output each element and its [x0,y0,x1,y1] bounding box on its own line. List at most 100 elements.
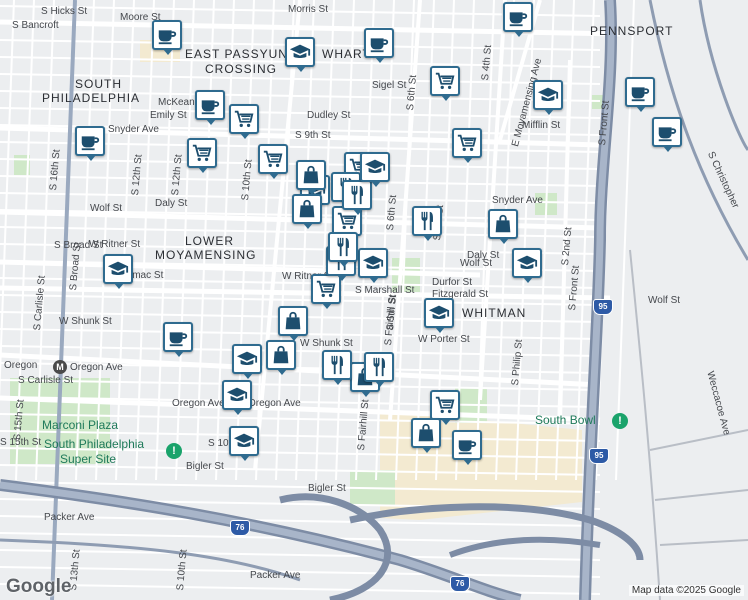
shopping-bag-icon [282,310,304,332]
restaurant-icon [332,236,354,258]
map-marker-15[interactable] [222,380,252,415]
map-marker-10[interactable] [103,254,133,289]
poi-label-oregon-station: Oregon [4,360,38,371]
map-marker-7[interactable] [452,430,482,465]
map-marker-40[interactable] [195,90,225,125]
street-label-oregon-west: Oregon Ave [248,398,301,409]
street-label-oregon-mid: Oregon Ave [172,398,225,409]
map-marker-4[interactable] [652,117,682,152]
street-label-6: Snyder Ave [108,124,159,135]
map-marker-22[interactable] [258,144,288,179]
restaurant-icon [368,356,390,378]
street-label-8: Daly St [155,198,188,209]
shopping-bag-icon [296,198,318,220]
coffee-icon [656,121,678,143]
street-label-36: S Marshall St [355,285,415,296]
map-marker-41[interactable] [360,152,390,187]
area-label-lower: LOWER [185,234,235,248]
map-marker-33[interactable] [296,160,326,195]
map-marker-11[interactable] [358,248,388,283]
street-label-15: Mifflin St [522,120,561,131]
map-marker-29[interactable] [278,306,308,341]
shopping-cart-icon [315,278,337,300]
area-label-pennsport: PENNSPORT [590,24,674,38]
map-marker-13[interactable] [424,298,454,333]
map-attribution[interactable]: Map data ©2025 Google [628,585,744,596]
area-label-philadelphia: PHILADELPHIA [42,91,141,105]
map-marker-9[interactable] [533,80,563,115]
map-marker-6[interactable] [163,322,193,357]
area-label-whitman: WHITMAN [462,306,527,320]
coffee-icon [368,32,390,54]
map-marker-37[interactable] [322,350,352,385]
i95-shield-south: 95 [589,448,609,464]
shopping-cart-icon [191,142,213,164]
map-marker-12[interactable] [512,248,542,283]
coffee-icon [156,24,178,46]
street-label-daly-east: Daly St [467,250,500,261]
street-label-shunk-east: W Shunk St [300,338,353,349]
restaurant-icon [326,354,348,376]
shopping-cart-icon [434,394,456,416]
map-marker-26[interactable] [430,390,460,425]
street-label-0: Morris St [288,4,328,15]
metro-station-icon[interactable]: M [53,360,67,374]
area-label-moyamensing: MOYAMENSING [155,248,257,262]
map-marker-21[interactable] [187,138,217,173]
street-label-29: S 9th St [295,130,331,141]
poi-label-super-site: Super Site [60,452,117,466]
area-label-east-passyunk: EAST PASSYUNK [185,47,297,61]
street-label-11: Oregon Ave [70,362,123,373]
street-label-snyder-east: Snyder Ave [492,195,543,206]
shopping-bag-icon [415,422,437,444]
poi-label-south-bowl: South Bowl [535,413,596,427]
map-marker-35[interactable] [412,206,442,241]
map-marker-14[interactable] [232,344,262,379]
restaurant-icon [346,184,368,206]
shopping-bag-icon [492,213,514,235]
street-label-7: Wolf St [90,203,123,214]
i76-shield-east: 76 [450,576,470,592]
map-marker-20[interactable] [452,128,482,163]
map-marker-1[interactable] [152,20,182,55]
map-marker-2[interactable] [364,28,394,63]
shopping-cart-icon [262,148,284,170]
poi-label-south-philadelphia: South Philadelphia [44,437,145,451]
map-marker-0[interactable] [503,2,533,37]
street-label-12: W Porter St [418,334,470,345]
coffee-icon [629,81,651,103]
street-label-4: Emily St [150,110,187,121]
coffee-icon [199,94,221,116]
area-label-south: SOUTH [75,77,122,91]
school-icon [516,252,538,274]
map-marker-16[interactable] [229,426,259,461]
super-site-marker-icon[interactable]: ! [166,443,182,459]
street-label-38: S Hicks St [41,6,88,17]
coffee-icon [456,434,478,456]
map-marker-3[interactable] [625,77,655,112]
street-label-packer-south: Packer Ave [250,570,301,581]
map-marker-30[interactable] [266,340,296,375]
map-marker-5[interactable] [75,126,105,161]
shopping-bag-icon [300,164,322,186]
poi-label-marconi-plaza: Marconi Plaza [42,418,119,432]
street-label-wolf-far-east: Wolf St [648,295,681,306]
map-marker-28[interactable] [488,209,518,244]
map-marker-38[interactable] [364,352,394,387]
map-marker-32[interactable] [411,418,441,453]
map-marker-42[interactable] [328,232,358,267]
google-logo[interactable]: Google [6,576,71,598]
map-marker-18[interactable] [430,66,460,101]
restaurant-icon [416,210,438,232]
street-label-14: Packer Ave [44,512,95,523]
street-label-5: Dudley St [307,110,351,121]
map-marker-19[interactable] [229,104,259,139]
south-bowl-marker-icon[interactable]: ! [612,413,628,429]
map-marker-8[interactable] [285,37,315,72]
school-icon [236,348,258,370]
street-label-2: Sigel St [372,80,407,91]
map-marker-27[interactable] [292,194,322,229]
map-marker-39[interactable] [342,180,372,215]
street-label-39: S Bancroft [12,20,59,31]
street-label-10: W Shunk St [59,316,112,327]
